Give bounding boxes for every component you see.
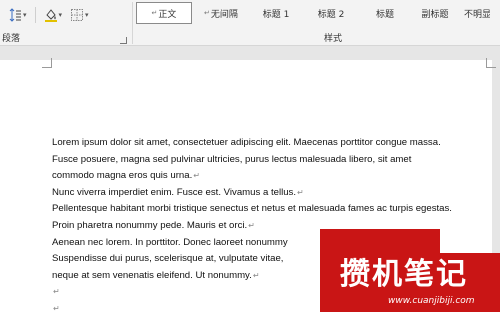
margin-corner-mark <box>486 58 496 68</box>
paragraph-mark-icon: ↵ <box>248 220 255 230</box>
watermark: 攒机笔记 www.cuanjibiji.com <box>320 229 500 312</box>
styles-gallery: ↵ 正文 ↵ 无间隔 标题 1 标题 2 标题 副标题 不明显 <box>136 2 490 24</box>
paragraph-group-label: 段落 <box>2 34 21 44</box>
paragraph-dialog-launcher-icon[interactable] <box>120 37 127 44</box>
style-title[interactable]: 标题 <box>360 2 410 24</box>
style-heading-1[interactable]: 标题 1 <box>250 2 302 24</box>
borders-button[interactable]: ▾ <box>68 6 91 24</box>
style-label: 标题 2 <box>317 9 345 20</box>
text-line: Pellentesque habitant morbi tristique se… <box>52 201 486 218</box>
margin-corner-mark <box>42 58 52 68</box>
text-line: Nunc viverra imperdiet enim. Fusce est. … <box>52 185 486 202</box>
paragraph-mark-icon: ↵ <box>204 9 210 17</box>
style-no-spacing[interactable]: ↵ 无间隔 <box>192 2 250 24</box>
line-text: Proin pharetra nonummy pede. Mauris et o… <box>52 219 248 231</box>
line-text: commodo magna eros quis urna. <box>52 170 193 182</box>
paragraph-mark-icon: ↵ <box>53 303 60 312</box>
line-text: Fusce posuere, magna sed pulvinar ultric… <box>52 153 412 165</box>
chevron-down-icon: ▾ <box>23 10 27 19</box>
chevron-down-icon: ▾ <box>58 10 63 19</box>
style-label: 不明显 <box>464 9 490 20</box>
group-divider <box>132 2 133 44</box>
borders-icon <box>70 8 84 22</box>
style-label: 标题 <box>375 9 394 20</box>
paragraph-mark-icon: ↵ <box>252 270 260 280</box>
line-text: Aenean nec lorem. In porttitor. Donec la… <box>52 236 288 248</box>
divider <box>34 7 36 23</box>
text-line: Fusce posuere, magna sed pulvinar ultric… <box>52 152 486 169</box>
paragraph-mark-icon: ↵ <box>151 9 158 17</box>
line-spacing-icon <box>8 8 22 22</box>
paragraph-tools: ▾ ▾ ▾ <box>6 6 91 24</box>
chevron-down-icon: ▾ <box>85 10 89 19</box>
paragraph-mark-icon: ↵ <box>193 171 200 181</box>
paragraph-mark-icon: ↵ <box>53 287 60 297</box>
style-heading-2[interactable]: 标题 2 <box>302 2 360 24</box>
style-label: 标题 1 <box>262 9 290 20</box>
style-label: 正文 <box>158 9 177 20</box>
text-line: commodo magna eros quis urna.↵ <box>52 168 486 185</box>
style-label: 无间隔 <box>210 9 238 20</box>
text-line: Lorem ipsum dolor sit amet, consectetuer… <box>52 135 486 152</box>
style-subtle-emphasis[interactable]: 不明显 <box>460 2 490 24</box>
line-text: Suspendisse dui purus, scelerisque at, v… <box>52 253 284 265</box>
line-text: Nunc viverra imperdiet enim. Fusce est. … <box>52 186 297 198</box>
shading-icon <box>44 8 58 22</box>
watermark-url: www.cuanjibiji.com <box>388 296 475 306</box>
line-spacing-button[interactable]: ▾ <box>6 6 29 24</box>
style-subtitle[interactable]: 副标题 <box>410 2 460 24</box>
style-normal[interactable]: ↵ 正文 <box>136 2 192 24</box>
line-text: neque at sem venenatis eleifend. Ut nonu… <box>52 269 252 281</box>
shading-button[interactable]: ▾ <box>42 6 65 24</box>
line-text: Lorem ipsum dolor sit amet, consectetuer… <box>52 137 441 148</box>
line-text: Pellentesque habitant morbi tristique se… <box>52 203 452 215</box>
styles-group-label: 样式 <box>324 34 343 44</box>
ribbon: ▾ ▾ ▾ 段落 ↵ 正文 ↵ 无间隔 标题 1 标题 2 标题 副标题 不明显… <box>0 0 500 46</box>
watermark-title: 攒机笔记 <box>340 257 468 292</box>
paragraph-mark-icon: ↵ <box>297 187 304 197</box>
style-label: 副标题 <box>421 9 449 20</box>
